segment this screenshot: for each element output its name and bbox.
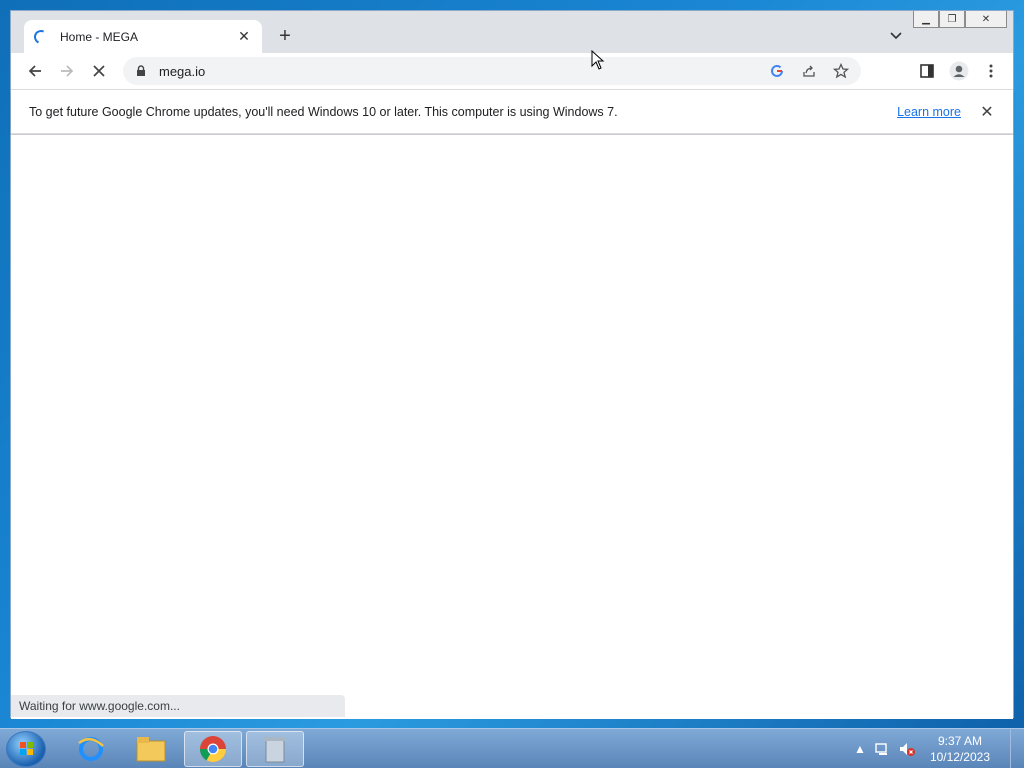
page-content (11, 135, 1013, 719)
url-text[interactable]: mega.io (159, 64, 765, 79)
stop-loading-button[interactable] (85, 57, 113, 85)
browser-toolbar: mega.io (11, 53, 1013, 89)
chrome-window: Home - MEGA ✕ + ▁ ❐ ✕ mega.io To get fut… (10, 10, 1014, 719)
learn-more-link[interactable]: Learn more (897, 105, 961, 119)
forward-button[interactable] (53, 57, 81, 85)
window-controls: ▁ ❐ ✕ (913, 11, 1007, 29)
show-desktop-button[interactable] (1010, 729, 1024, 768)
network-icon[interactable] (874, 741, 890, 757)
tab-strip: Home - MEGA ✕ + ▁ ❐ ✕ (11, 11, 1013, 53)
menu-kebab-icon[interactable] (977, 57, 1005, 85)
new-tab-button[interactable]: + (273, 25, 297, 49)
tab-close-icon[interactable]: ✕ (236, 28, 252, 45)
windows-taskbar: ▲ 9:37 AM 10/12/2023 (0, 728, 1024, 768)
address-bar[interactable]: mega.io (123, 57, 861, 85)
profile-avatar-icon[interactable] (945, 57, 973, 85)
stop-icon (93, 65, 105, 77)
bookmark-star-icon[interactable] (829, 59, 853, 83)
chrome-icon[interactable] (184, 731, 242, 767)
clock-time: 9:37 AM (937, 734, 982, 748)
tab-search-chevron-icon[interactable] (889, 28, 903, 42)
infobar-close-icon[interactable]: ✕ (979, 102, 995, 122)
start-button[interactable] (6, 731, 46, 767)
back-button[interactable] (21, 57, 49, 85)
volume-muted-icon[interactable] (898, 741, 916, 757)
lock-icon[interactable] (135, 65, 147, 77)
restore-button[interactable]: ❐ (939, 11, 965, 28)
system-tray: ▲ 9:37 AM 10/12/2023 (854, 729, 1024, 768)
file-explorer-icon[interactable] (122, 731, 180, 767)
minimize-button[interactable]: ▁ (913, 11, 939, 28)
share-icon[interactable] (797, 59, 821, 83)
internet-explorer-icon[interactable] (62, 731, 120, 767)
tab-title: Home - MEGA (60, 29, 139, 44)
loading-spinner-icon (32, 27, 50, 46)
mouse-cursor-icon (591, 50, 605, 70)
taskbar-clock[interactable]: 9:37 AM 10/12/2023 (930, 733, 990, 765)
google-lens-icon[interactable] (765, 59, 789, 83)
windows-logo-icon (20, 742, 33, 755)
tab-home-mega[interactable]: Home - MEGA ✕ (24, 20, 262, 53)
recycle-app-icon[interactable] (246, 731, 304, 767)
back-arrow-icon (28, 65, 41, 77)
show-hidden-icons-icon[interactable]: ▲ (854, 742, 866, 756)
infobar-message: To get future Google Chrome updates, you… (29, 104, 618, 119)
status-bubble: Waiting for www.google.com... (11, 695, 345, 717)
close-window-button[interactable]: ✕ (965, 11, 1007, 28)
side-panel-icon[interactable] (913, 57, 941, 85)
clock-date: 10/12/2023 (929, 750, 990, 764)
update-infobar: To get future Google Chrome updates, you… (11, 89, 1013, 134)
forward-arrow-icon (61, 65, 74, 77)
